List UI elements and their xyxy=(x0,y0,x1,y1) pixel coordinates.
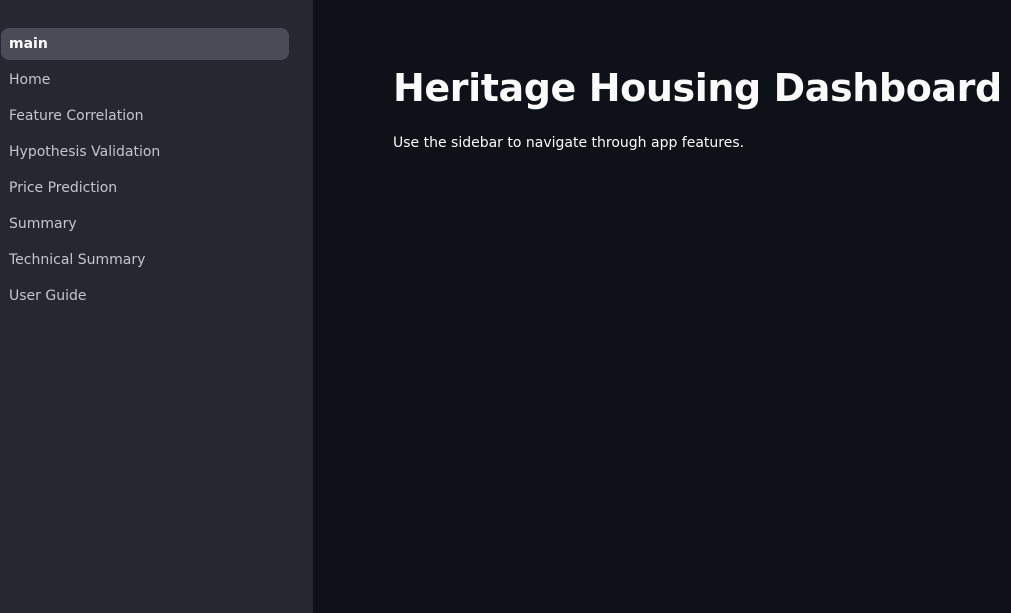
sidebar-item-label: Technical Summary xyxy=(9,252,146,268)
sidebar-nav: main Home Feature Correlation Hypothesis… xyxy=(0,28,313,312)
sidebar-item-label: Hypothesis Validation xyxy=(9,144,161,160)
sidebar-item-label: User Guide xyxy=(9,288,87,304)
sidebar-item-label: Home xyxy=(9,72,51,88)
sidebar-item-label: Summary xyxy=(9,216,77,232)
sidebar-item-feature-correlation[interactable]: Feature Correlation xyxy=(1,100,289,132)
sidebar-item-price-prediction[interactable]: Price Prediction xyxy=(1,172,289,204)
sidebar-item-user-guide[interactable]: User Guide xyxy=(1,280,289,312)
app-root: main Home Feature Correlation Hypothesis… xyxy=(0,0,1011,613)
page-title: Heritage Housing Dashboard xyxy=(393,66,1002,110)
sidebar-item-summary[interactable]: Summary xyxy=(1,208,289,240)
sidebar-item-label: Feature Correlation xyxy=(9,108,144,124)
sidebar-item-label: Price Prediction xyxy=(9,180,118,196)
sidebar-item-hypothesis-validation[interactable]: Hypothesis Validation xyxy=(1,136,289,168)
sidebar-item-main[interactable]: main xyxy=(1,28,289,60)
sidebar-item-technical-summary[interactable]: Technical Summary xyxy=(1,244,289,276)
sidebar-item-label: main xyxy=(9,36,48,52)
main-content: Heritage Housing Dashboard Use the sideb… xyxy=(313,0,1011,613)
sidebar-item-home[interactable]: Home xyxy=(1,64,289,96)
page-description: Use the sidebar to navigate through app … xyxy=(393,135,745,151)
sidebar: main Home Feature Correlation Hypothesis… xyxy=(0,0,313,613)
